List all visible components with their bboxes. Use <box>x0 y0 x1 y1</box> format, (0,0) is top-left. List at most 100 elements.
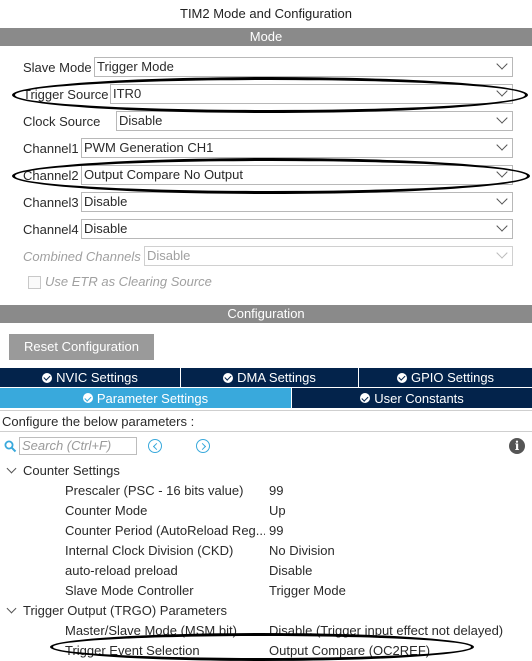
param-name: Internal Clock Division (CKD) <box>65 543 234 558</box>
tab-label: Parameter Settings <box>96 390 209 406</box>
prev-arrow-icon[interactable] <box>148 439 162 453</box>
chevron-down-icon <box>496 220 508 232</box>
etr-checkbox <box>28 276 41 289</box>
reset-configuration-button[interactable]: Reset Configuration <box>9 334 154 360</box>
check-circle-icon <box>42 372 53 383</box>
group-trigger-output[interactable]: Trigger Output (TRGO) Parameters <box>0 601 532 621</box>
channel1-value: PWM Generation CH1 <box>84 140 214 155</box>
chevron-down-icon <box>496 112 508 124</box>
channel1-label: Channel1 <box>23 141 79 156</box>
channel1-select[interactable]: PWM Generation CH1 <box>81 138 513 158</box>
tab-label: User Constants <box>374 390 464 406</box>
tab-user-constants[interactable]: User Constants <box>292 388 532 408</box>
configuration-header: Configuration <box>0 305 532 323</box>
search-input[interactable]: Search (Ctrl+F) <box>19 437 137 455</box>
param-row[interactable]: Internal Clock Division (CKD) No Divisio… <box>0 541 532 561</box>
param-name: auto-reload preload <box>65 563 178 578</box>
check-circle-icon <box>223 372 234 383</box>
combined-channels-value: Disable <box>147 248 191 263</box>
trigger-source-row: Trigger Source ITR0 <box>0 84 532 106</box>
check-circle-icon <box>82 393 93 403</box>
channel3-select[interactable]: Disable <box>81 192 513 212</box>
param-name: Counter Mode <box>65 503 148 518</box>
settings-tabs-row1: NVIC Settings DMA Settings GPIO Settings <box>0 368 532 387</box>
tab-label: GPIO Settings <box>410 370 495 385</box>
combined-channels-row: Combined Channels Disable <box>0 246 532 268</box>
trigger-source-value: ITR0 <box>113 86 142 101</box>
tab-label: DMA Settings <box>237 370 316 385</box>
check-circle-icon <box>396 372 407 383</box>
group-label: Trigger Output (TRGO) Parameters <box>23 603 227 618</box>
param-row[interactable]: Trigger Event Selection Output Compare (… <box>0 641 532 661</box>
caret-down-icon <box>6 603 17 614</box>
settings-tabs-row2: Parameter Settings User Constants <box>0 388 532 408</box>
info-icon[interactable]: i <box>509 438 525 454</box>
slave-mode-label: Slave Mode <box>23 60 92 75</box>
trigger-source-select[interactable]: ITR0 <box>110 84 513 104</box>
param-value: Up <box>269 503 286 518</box>
chevron-down-icon <box>496 166 508 178</box>
channel3-label: Channel3 <box>23 195 79 210</box>
tab-parameter-settings[interactable]: Parameter Settings <box>0 388 292 408</box>
group-label: Counter Settings <box>23 463 120 478</box>
param-row[interactable]: Counter Mode Up <box>0 501 532 521</box>
channel2-value: Output Compare No Output <box>84 167 243 182</box>
mode-header: Mode <box>0 28 532 46</box>
param-value: 99 <box>269 523 284 538</box>
slave-mode-select[interactable]: Trigger Mode <box>94 57 513 77</box>
param-value: Disable <box>269 563 313 578</box>
slave-mode-row: Slave Mode Trigger Mode <box>0 57 532 79</box>
param-value: Output Compare (OC2REF) <box>269 643 431 658</box>
param-value: Disable (Trigger input effect not delaye… <box>269 623 504 638</box>
param-row[interactable]: Slave Mode Controller Trigger Mode <box>0 581 532 601</box>
channel3-value: Disable <box>84 194 128 209</box>
tab-label: NVIC Settings <box>56 370 138 385</box>
param-value: No Division <box>269 543 335 558</box>
param-row[interactable]: auto-reload preload Disable <box>0 561 532 581</box>
chevron-down-icon <box>496 85 508 97</box>
channel3-row: Channel3 Disable <box>0 192 532 214</box>
chevron-down-icon <box>496 58 508 70</box>
param-value: 99 <box>269 483 284 498</box>
chevron-down-icon <box>496 247 508 259</box>
param-name: Trigger Event Selection <box>65 643 200 658</box>
param-value: Trigger Mode <box>269 583 346 598</box>
chevron-down-icon <box>496 193 508 205</box>
search-icon <box>4 440 17 453</box>
param-row[interactable]: Prescaler (PSC - 16 bits value) 99 <box>0 481 532 501</box>
channel2-row: Channel2 Output Compare No Output <box>0 165 532 187</box>
group-counter-settings[interactable]: Counter Settings <box>0 461 532 481</box>
tab-nvic-settings[interactable]: NVIC Settings <box>0 368 181 387</box>
clock-source-row: Clock Source Disable <box>0 111 532 133</box>
channel4-value: Disable <box>84 221 128 236</box>
combined-channels-label: Combined Channels <box>23 249 141 264</box>
channel2-select[interactable]: Output Compare No Output <box>81 165 513 185</box>
channel1-row: Channel1 PWM Generation CH1 <box>0 138 532 160</box>
combined-channels-select: Disable <box>144 246 513 266</box>
window-title: TIM2 Mode and Configuration <box>180 6 352 21</box>
mode-panel: Slave Mode Trigger Mode Trigger Source I… <box>0 46 532 313</box>
param-name: Master/Slave Mode (MSM bit) <box>65 623 237 638</box>
clock-source-select[interactable]: Disable <box>116 111 513 131</box>
tab-dma-settings[interactable]: DMA Settings <box>181 368 359 387</box>
caret-down-icon <box>6 463 17 474</box>
channel4-row: Channel4 Disable <box>0 219 532 241</box>
param-name: Prescaler (PSC - 16 bits value) <box>65 483 244 498</box>
next-arrow-icon[interactable] <box>196 439 210 453</box>
etr-row: Use ETR as Clearing Source <box>0 273 532 295</box>
etr-checkbox-label: Use ETR as Clearing Source <box>45 274 212 289</box>
check-circle-icon <box>360 393 371 403</box>
channel4-label: Channel4 <box>23 222 79 237</box>
channel2-label: Channel2 <box>23 168 79 183</box>
channel4-select[interactable]: Disable <box>81 219 513 239</box>
search-bar: Search (Ctrl+F) i <box>0 436 532 458</box>
configure-text: Configure the below parameters : <box>2 414 195 429</box>
tab-gpio-settings[interactable]: GPIO Settings <box>359 368 532 387</box>
param-row[interactable]: Master/Slave Mode (MSM bit) Disable (Tri… <box>0 621 532 641</box>
param-row[interactable]: Counter Period (AutoReload Reg... 99 <box>0 521 532 541</box>
trigger-source-label: Trigger Source <box>23 87 109 102</box>
param-name: Counter Period (AutoReload Reg... <box>65 523 265 538</box>
chevron-down-icon <box>496 139 508 151</box>
param-name: Slave Mode Controller <box>65 583 194 598</box>
configure-hint: Configure the below parameters : <box>0 410 532 432</box>
